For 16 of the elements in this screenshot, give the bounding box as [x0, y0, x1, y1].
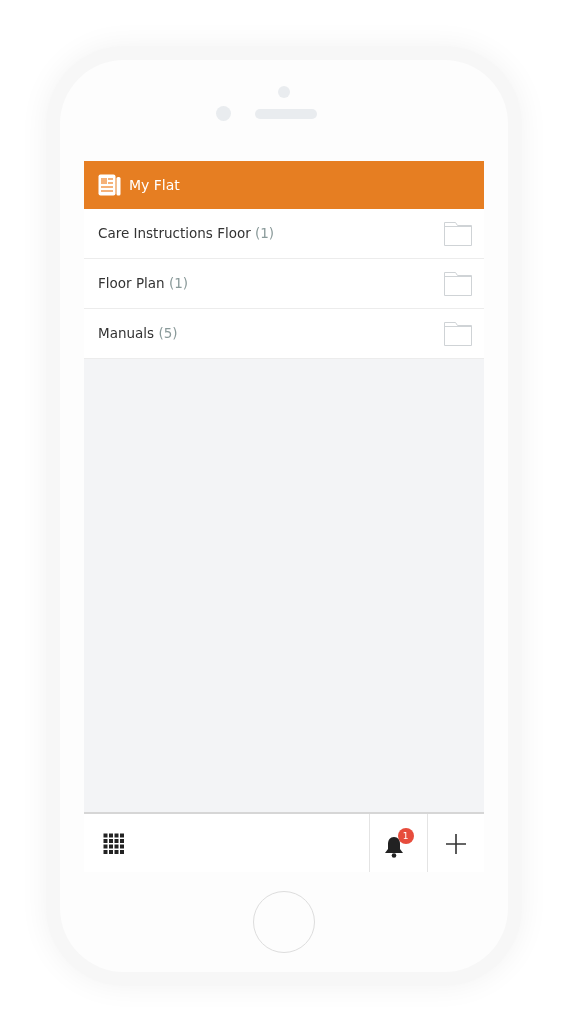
header-title: My Flat	[129, 175, 180, 195]
newspaper-icon	[98, 174, 121, 196]
notification-button[interactable]: 1	[383, 828, 414, 858]
folder-icon	[444, 271, 472, 296]
bell-icon	[383, 836, 404, 858]
apps-grid-icon[interactable]	[103, 831, 124, 855]
folder-label: Manuals (5)	[98, 324, 178, 344]
folder-row[interactable]: Care Instructions Floor (1)	[84, 209, 484, 259]
folder-icon	[444, 221, 472, 246]
add-icon[interactable]	[445, 831, 467, 855]
notification-count: 1	[397, 828, 414, 844]
folder-row[interactable]: Manuals (5)	[84, 309, 484, 359]
folder-label: Floor Plan (1)	[98, 274, 188, 294]
folder-row[interactable]: Floor Plan (1)	[84, 259, 484, 309]
folder-label: Care Instructions Floor (1)	[98, 224, 275, 244]
folder-icon	[444, 321, 472, 346]
